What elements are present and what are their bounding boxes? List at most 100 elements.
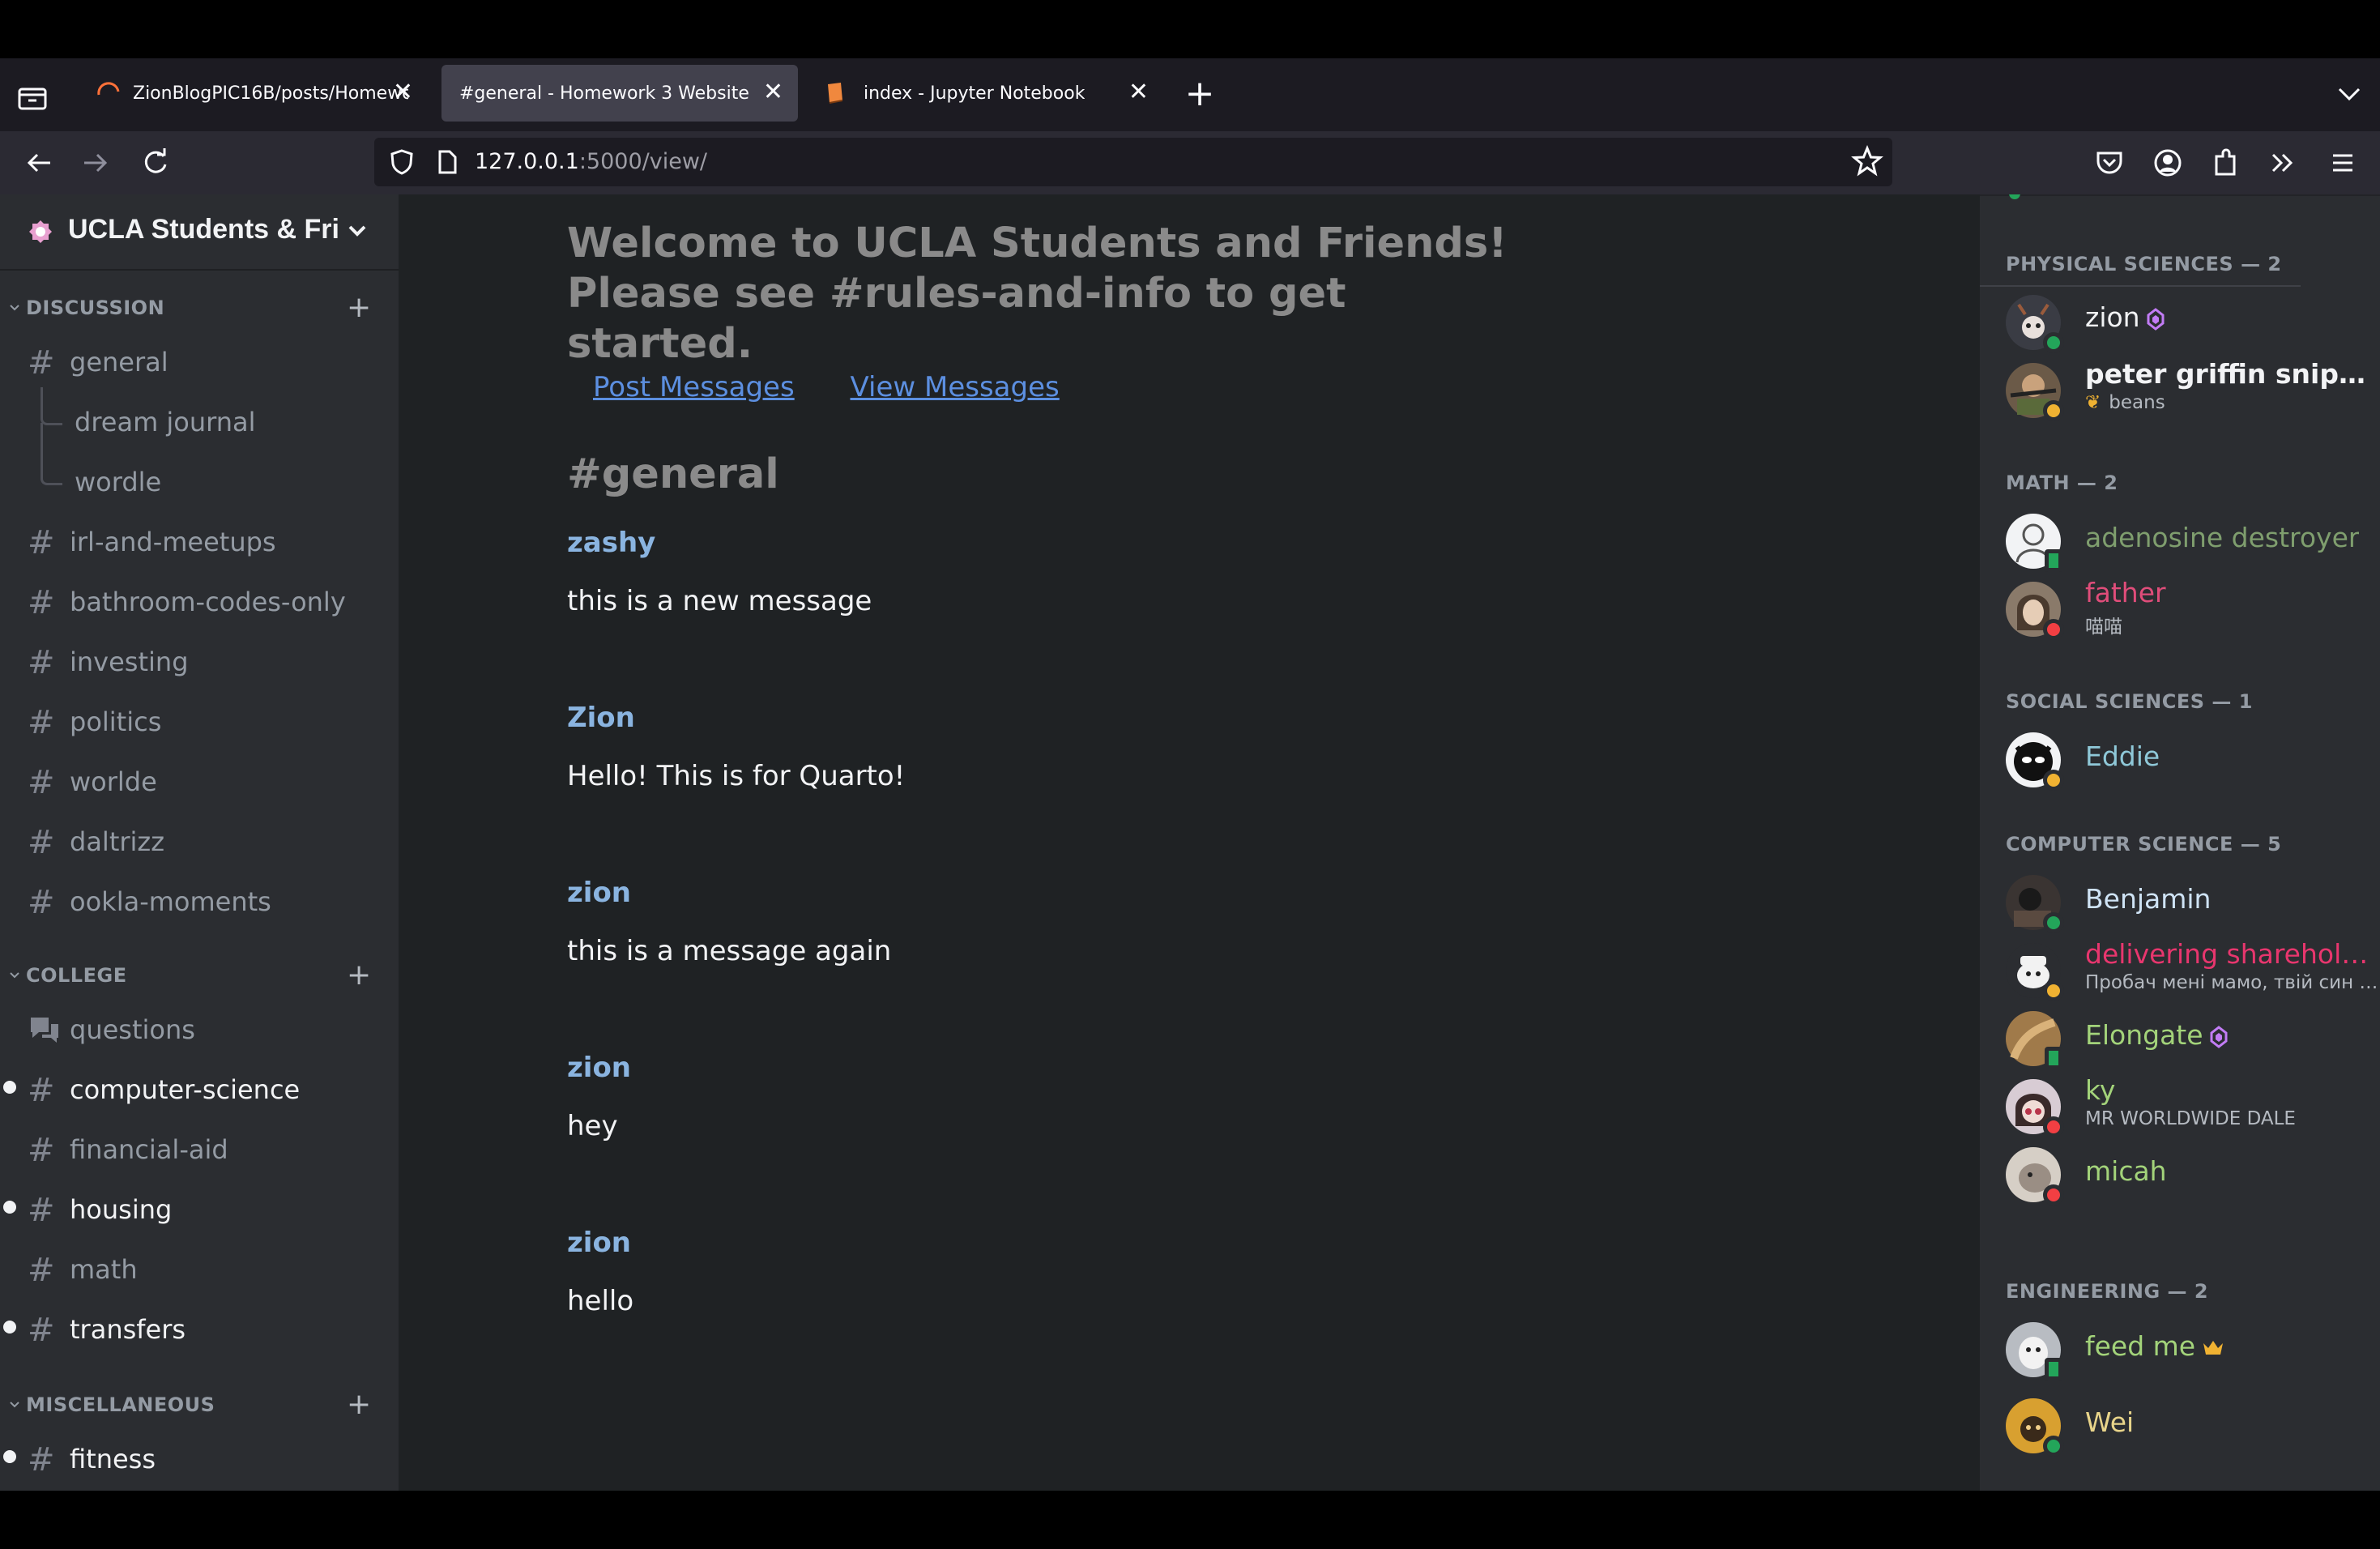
category-discussion[interactable]: DISCUSSION + <box>0 292 399 324</box>
account-icon[interactable] <box>2150 145 2186 181</box>
divider <box>1980 194 2380 196</box>
member-item[interactable]: feed me <box>2006 1316 2380 1380</box>
member-item[interactable]: micah <box>2006 1141 2380 1205</box>
member-item[interactable]: ky MR WORLDWIDE DALE <box>2006 1073 2380 1137</box>
url-text[interactable]: 127.0.0.1:5000/view/ <box>475 138 707 186</box>
member-item[interactable]: Elongate <box>2006 1005 2380 1069</box>
status-online <box>2043 1436 2064 1457</box>
role-header: ENGINEERING — 2 <box>2006 1280 2209 1303</box>
channel-fitness[interactable]: # fitness <box>3 1432 386 1481</box>
back-arrow-icon[interactable] <box>21 145 57 181</box>
channel-politics[interactable]: # politics <box>13 695 386 744</box>
channel-investing[interactable]: # investing <box>13 635 386 684</box>
member-name: Elongate <box>2085 1019 2228 1051</box>
channel-transfers[interactable]: # transfers <box>3 1303 386 1351</box>
channel-label: investing <box>70 646 189 677</box>
status-mobile <box>2045 549 2062 572</box>
role-header: COMPUTER SCIENCE — 5 <box>2006 833 2282 856</box>
hash-icon: # <box>28 824 55 861</box>
jupyter-book-icon <box>825 81 846 105</box>
add-channel-button[interactable]: + <box>347 1390 371 1419</box>
view-messages-link[interactable]: View Messages <box>851 371 1060 403</box>
status-idle <box>2043 980 2064 1001</box>
forum-icon <box>28 1013 62 1045</box>
member-item[interactable]: peter griffin sniper rifle ❦ beans <box>2006 356 2380 421</box>
channel-ookla-moments[interactable]: # ookla-moments <box>13 875 386 924</box>
divider <box>1980 285 2301 287</box>
member-list: PHYSICAL SCIENCES — 2 zion peter griffin… <box>1980 194 2380 1491</box>
url-path: :5000/view/ <box>578 149 708 174</box>
channel-bathroom-codes-only[interactable]: # bathroom-codes-only <box>13 575 386 624</box>
browser-tab-jupyter[interactable]: index - Jupyter Notebook ✕ <box>807 65 1163 122</box>
server-header[interactable]: UCLA Students & Friends <box>0 194 399 271</box>
unread-indicator <box>3 1321 16 1334</box>
bottom-black-band <box>0 1491 2380 1549</box>
channel-daltrizz[interactable]: # daltrizz <box>13 815 386 864</box>
channel-math[interactable]: # math <box>13 1243 386 1291</box>
channel-computer-science[interactable]: # computer-science <box>3 1063 386 1112</box>
add-channel-button[interactable]: + <box>347 293 371 322</box>
member-item[interactable]: adenosine destroyer <box>2006 507 2380 572</box>
channel-label: daltrizz <box>70 826 164 857</box>
hamburger-menu-icon[interactable] <box>2325 145 2361 181</box>
overflow-chevrons-icon[interactable] <box>2265 145 2301 181</box>
member-item[interactable]: zion <box>2006 288 2380 353</box>
category-college[interactable]: COLLEGE + <box>0 959 399 992</box>
member-item[interactable]: Benjamin <box>2006 868 2380 933</box>
status-idle <box>2043 770 2064 791</box>
member-name: adenosine destroyer <box>2085 522 2360 553</box>
member-item[interactable]: Eddie <box>2006 726 2380 791</box>
extensions-icon[interactable] <box>2208 145 2244 181</box>
thread-dream-journal[interactable]: dream journal <box>36 387 376 444</box>
close-tab-icon[interactable]: ✕ <box>393 76 413 109</box>
member-item[interactable]: Wei <box>2006 1392 2380 1457</box>
pocket-icon[interactable] <box>2092 145 2127 181</box>
channel-irl-and-meetups[interactable]: # irl-and-meetups <box>13 515 386 564</box>
role-header: PHYSICAL SCIENCES — 2 <box>2006 253 2282 275</box>
channel-general[interactable]: # general <box>13 335 386 384</box>
channel-questions[interactable]: questions <box>13 1003 386 1052</box>
reload-icon[interactable] <box>138 145 173 181</box>
hash-icon: # <box>28 1192 55 1229</box>
add-channel-button[interactable]: + <box>347 961 371 990</box>
member-name: delivering shareholde... <box>2085 938 2380 970</box>
message-text: this is a message again <box>567 935 892 967</box>
bookmark-star-icon[interactable] <box>1850 144 1884 178</box>
thread-wordle[interactable]: wordle <box>36 423 376 504</box>
channel-label: politics <box>70 706 162 737</box>
nitro-gem-icon <box>2147 307 2165 331</box>
url-bar[interactable]: 127.0.0.1:5000/view/ <box>374 138 1892 186</box>
close-tab-icon[interactable]: ✕ <box>1128 76 1149 109</box>
channel-housing[interactable]: # housing <box>3 1183 386 1231</box>
channel-financial-aid[interactable]: # financial-aid <box>13 1123 386 1171</box>
message-author: Zion <box>567 702 635 734</box>
chevron-down-icon <box>8 301 21 314</box>
hash-icon: # <box>28 644 55 681</box>
channel-label: general <box>70 347 168 378</box>
member-name: father <box>2085 577 2166 608</box>
forward-arrow-icon[interactable] <box>78 145 113 181</box>
category-miscellaneous[interactable]: MISCELLANEOUS + <box>0 1389 399 1421</box>
browser-tab-bar: ZionBlogPIC16B/posts/Homewo ✕ #general -… <box>0 58 2380 131</box>
post-messages-link[interactable]: Post Messages <box>593 371 795 403</box>
close-tab-icon[interactable]: ✕ <box>763 76 783 109</box>
thread-label: wordle <box>75 467 162 497</box>
member-item[interactable]: delivering shareholde... Пробач мені мам… <box>2006 937 2380 1001</box>
channel-worlde[interactable]: # worlde <box>13 755 386 804</box>
hash-icon: # <box>28 524 55 561</box>
member-status-text: 喵喵 <box>2085 617 2122 638</box>
browser-tab-general[interactable]: #general - Homework 3 Website ✕ <box>441 65 798 122</box>
chevron-down-icon[interactable] <box>2331 76 2367 112</box>
loading-icon <box>96 80 122 106</box>
channel-label: financial-aid <box>70 1134 228 1165</box>
chevron-down-icon[interactable] <box>345 219 369 243</box>
member-item[interactable]: father 喵喵 <box>2006 575 2380 640</box>
main-content: Welcome to UCLA Students and Friends! Pl… <box>399 194 1980 1491</box>
browser-tab-zionblog[interactable]: ZionBlogPIC16B/posts/Homewo ✕ <box>78 65 428 122</box>
page-icon <box>433 147 462 177</box>
role-header: SOCIAL SCIENCES — 1 <box>2006 690 2253 713</box>
channel-label: ookla-moments <box>70 886 271 917</box>
shield-icon[interactable] <box>386 146 418 178</box>
new-tab-button[interactable]: + <box>1179 73 1221 115</box>
tab-manager-icon[interactable] <box>15 79 50 115</box>
